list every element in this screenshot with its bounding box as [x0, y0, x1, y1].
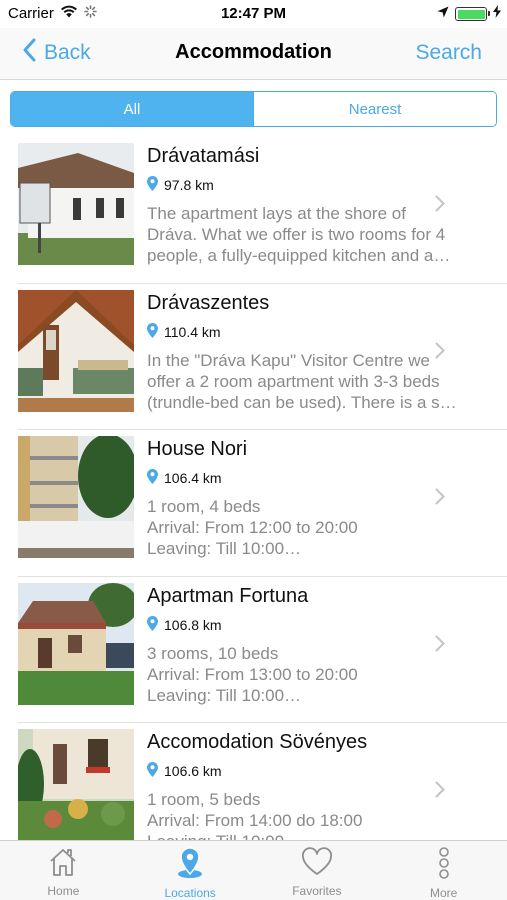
chevron-left-icon	[22, 38, 44, 68]
tab-label: More	[429, 886, 458, 900]
cottage-photo	[18, 582, 134, 705]
segment-nearest[interactable]: Nearest	[253, 92, 496, 126]
apartment-building-photo	[18, 436, 134, 558]
tab-more[interactable]: More	[380, 841, 507, 900]
back-label: Back	[44, 41, 91, 64]
heart-icon	[301, 847, 333, 880]
tab-home[interactable]: Home	[0, 841, 127, 900]
attic-room-photo	[18, 289, 134, 412]
distance-label: 110.4 km	[164, 323, 221, 340]
tab-favorites[interactable]: Favorites	[254, 841, 381, 900]
location-pin-icon	[175, 847, 205, 882]
distance-label: 106.8 km	[164, 616, 222, 633]
accommodation-name: Drávaszentes	[147, 291, 270, 314]
location-pin-icon	[147, 615, 164, 634]
list-item[interactable]: Accomodation Sövényes 106.6 km 1 room, 5…	[18, 723, 507, 840]
list-item[interactable]: Apartman Fortuna 106.8 km 3 rooms, 10 be…	[18, 577, 507, 723]
distance-label: 106.4 km	[164, 470, 222, 486]
chevron-right-icon	[435, 342, 445, 364]
tab-label: Favorites	[292, 884, 342, 898]
chevron-right-icon	[435, 635, 445, 657]
location-arrow-icon	[437, 5, 449, 23]
distance-label: 97.8 km	[164, 177, 214, 193]
list-item[interactable]: House Nori 106.4 km 1 room, 4 beds Arriv…	[18, 430, 507, 577]
search-button[interactable]: Search	[415, 41, 482, 65]
segment-all[interactable]: All	[11, 92, 253, 126]
status-bar: Carrier 12:47 PM	[0, 0, 507, 28]
back-button[interactable]: Back	[22, 38, 91, 68]
chevron-right-icon	[435, 488, 445, 510]
status-time: 12:47 PM	[220, 5, 287, 22]
accommodation-name: Drávatamási	[147, 145, 260, 167]
accommodation-name: House Nori	[147, 438, 248, 460]
accommodation-name: Accomodation Sövényes	[147, 731, 368, 753]
location-pin-icon	[147, 176, 164, 194]
tab-bar: Home Locations Favorites More	[0, 840, 507, 900]
filter-segmented-control: All Nearest	[10, 91, 497, 127]
garden-house-photo	[18, 729, 134, 840]
list-item[interactable]: Drávatamási 97.8 km The apartment lays a…	[18, 137, 507, 284]
location-pin-icon	[147, 322, 164, 341]
list-item[interactable]: Drávaszentes 110.4 km In the "Dráva Kapu…	[18, 284, 507, 430]
chevron-right-icon	[435, 195, 445, 217]
charging-bolt-icon	[493, 5, 501, 23]
house-photo	[18, 143, 134, 265]
navigation-bar: Back Accommodation Search	[0, 28, 507, 80]
battery-icon	[455, 7, 490, 21]
location-pin-icon	[147, 469, 164, 487]
accommodation-list: Drávatamási 97.8 km The apartment lays a…	[0, 137, 507, 840]
location-pin-icon	[147, 762, 164, 780]
more-dots-icon	[437, 847, 451, 882]
distance-label: 106.6 km	[164, 763, 222, 779]
tab-label: Locations	[164, 886, 216, 900]
chevron-right-icon	[435, 781, 445, 803]
accommodation-name: Apartman Fortuna	[147, 584, 309, 607]
home-icon	[48, 847, 78, 880]
tab-locations[interactable]: Locations	[127, 841, 254, 900]
tab-label: Home	[47, 884, 80, 898]
